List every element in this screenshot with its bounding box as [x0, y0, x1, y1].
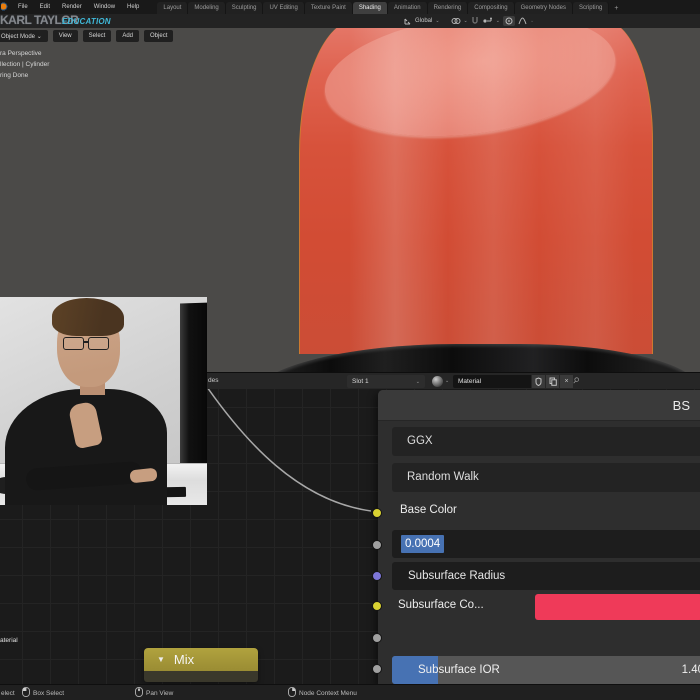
tab-texture-paint[interactable]: Texture Paint: [304, 2, 353, 14]
base-color-socket[interactable]: [372, 508, 382, 518]
blender-window: File Edit Render Window Help Layout Mode…: [0, 0, 700, 700]
material-slot-dropdown[interactable]: Slot 1 ⌄: [347, 375, 425, 388]
tab-shading[interactable]: Shading: [352, 2, 388, 14]
chevron-down-icon: ⌄: [529, 18, 535, 24]
subsurface-method-dropdown[interactable]: Random Walk: [392, 463, 700, 492]
workspace-tabs: Layout Modeling Sculpting UV Editing Tex…: [157, 0, 623, 14]
material-browse-icon[interactable]: [432, 376, 443, 387]
tab-uv-editing[interactable]: UV Editing: [263, 2, 305, 14]
subsurface-radius-socket[interactable]: [372, 571, 382, 581]
subsurface-socket[interactable]: [372, 540, 382, 550]
distribution-dropdown[interactable]: GGX: [392, 427, 700, 456]
status-box-select: Box Select: [22, 685, 64, 700]
mix-node-header[interactable]: ▼ Mix: [144, 648, 258, 671]
mix-node[interactable]: ▼ Mix: [144, 648, 258, 682]
use-nodes-label-cut[interactable]: des: [208, 377, 218, 384]
status-pan-view: Pan View: [135, 685, 173, 700]
chevron-down-icon[interactable]: ⌄: [464, 18, 468, 24]
tab-compositing[interactable]: Compositing: [468, 2, 515, 14]
tab-scripting[interactable]: Scripting: [572, 2, 610, 14]
blender-icon[interactable]: [1, 2, 9, 12]
material-name-field[interactable]: Material: [453, 375, 531, 388]
tab-geometry-nodes[interactable]: Geometry Nodes: [514, 2, 573, 14]
selected-value-text: 0.0004: [401, 535, 445, 553]
object-mode-dropdown[interactable]: Object Mode ⌄: [0, 30, 48, 42]
ior-value: 1.40: [681, 664, 700, 676]
transform-orientation-icon[interactable]: [404, 12, 412, 30]
menu-help[interactable]: Help: [121, 0, 145, 14]
tab-modeling[interactable]: Modeling: [188, 2, 226, 14]
menu-file[interactable]: File: [12, 0, 34, 14]
subsurface-ior-slider[interactable]: Subsurface IOR 1.40: [392, 656, 700, 684]
orientation-label[interactable]: Global: [415, 18, 432, 24]
bsdf-node-header[interactable]: BS: [378, 390, 700, 421]
select-menu[interactable]: Select: [82, 30, 112, 42]
subsurface-color-swatch[interactable]: [535, 594, 700, 620]
top-menu-bar: File Edit Render Window Help Layout Mode…: [0, 0, 700, 14]
overlay-rendering-line: ring Done: [0, 72, 29, 79]
view-menu[interactable]: View: [52, 30, 78, 42]
snap-target-icon[interactable]: [482, 12, 493, 30]
subsurface-color-socket[interactable]: [372, 601, 382, 611]
viewport-overlay-text: ra Perspective llection | Cylinder ring …: [0, 48, 49, 81]
chevron-down-icon: ⌄: [415, 378, 420, 385]
subsurface-value-field[interactable]: 0.0004: [392, 530, 700, 558]
material-node-label-cut: aterial: [0, 637, 18, 644]
presenter-glasses-left-lens: [63, 337, 84, 350]
mouse-middle-icon: [135, 687, 143, 699]
menu-render[interactable]: Render: [56, 0, 88, 14]
proportional-editing-icon[interactable]: [502, 16, 515, 26]
presenter-glasses-bridge: [83, 341, 89, 343]
fake-user-shield-icon[interactable]: [532, 375, 545, 388]
chevron-down-icon[interactable]: ⌄: [435, 18, 439, 24]
lipstick-bullet[interactable]: [299, 28, 653, 354]
pivot-point-icon[interactable]: [451, 12, 461, 30]
mix-node-title: Mix: [173, 652, 195, 667]
watermark-education-text: EDUCATION: [62, 17, 111, 26]
mouse-left-drag-icon: [22, 687, 30, 699]
mix-node-body: [144, 671, 258, 682]
tab-layout[interactable]: Layout: [157, 2, 189, 14]
menu-edit[interactable]: Edit: [34, 0, 56, 14]
base-color-label: Base Color: [400, 504, 457, 516]
overlay-perspective-line: ra Perspective: [0, 50, 42, 57]
subsurface-color-label: Subsurface Co...: [398, 599, 484, 611]
status-bar: elect Box Select Pan View Node Context M…: [0, 684, 700, 700]
tab-animation[interactable]: Animation: [387, 2, 428, 14]
overlay-collection-line: llection | Cylinder: [0, 61, 50, 68]
tab-rendering[interactable]: Rendering: [427, 2, 469, 14]
presenter-glasses-right-lens: [88, 337, 109, 350]
menu-bar: File Edit Render Window Help: [12, 0, 145, 14]
principled-bsdf-node[interactable]: BS GGX Random Walk Base Color 0.0004 Sub…: [372, 390, 700, 684]
subsurface-anisotropy-socket[interactable]: [372, 664, 382, 674]
status-select-cut: elect: [1, 689, 15, 697]
add-menu[interactable]: Add: [116, 30, 140, 42]
subsurface-ior-socket[interactable]: [372, 633, 382, 643]
menu-window[interactable]: Window: [88, 0, 121, 14]
presenter-hair: [52, 298, 124, 336]
karl-taylor-watermark: KARL TAYLOR EDUCATION: [0, 13, 150, 27]
chevron-down-icon[interactable]: ⌄: [445, 378, 449, 384]
status-node-context-menu: Node Context Menu: [288, 685, 357, 700]
tab-sculpting[interactable]: Sculpting: [225, 2, 264, 14]
add-workspace-button[interactable]: +: [609, 3, 623, 14]
subsurface-radius-field[interactable]: Subsurface Radius: [392, 562, 700, 590]
mouse-right-icon: [288, 687, 296, 699]
bsdf-node-title-cut: BS: [672, 398, 690, 413]
viewport-toolbar: Object Mode ⌄ View Select Add Object: [0, 30, 174, 42]
webcam-overlay: [0, 297, 207, 505]
object-menu[interactable]: Object: [144, 30, 174, 42]
new-material-copy-icon[interactable]: [546, 375, 559, 388]
collapse-triangle-icon[interactable]: ▼: [157, 655, 165, 664]
transform-snap-cluster: Global ⌄ ⌄ ⌄ ⌄: [404, 15, 534, 27]
snap-magnet-icon[interactable]: [471, 12, 479, 30]
falloff-curve-icon[interactable]: [518, 12, 527, 30]
chevron-down-icon[interactable]: ⌄: [496, 18, 500, 24]
